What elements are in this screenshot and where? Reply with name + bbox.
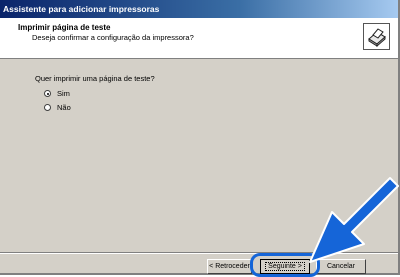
title-bar[interactable]: Assistente para adicionar impressoras [0,0,398,18]
pointer-arrow-icon [309,177,399,263]
radio-button[interactable] [44,104,51,111]
window-title: Assistente para adicionar impressoras [3,4,160,14]
question-label: Quer imprimir uma página de teste? [35,74,155,83]
wizard-header: Imprimir página de teste Deseja confirma… [0,18,398,59]
page-title: Imprimir página de teste [18,23,111,32]
printer-icon [363,23,390,50]
radio-option-nao[interactable]: Não [44,103,71,112]
radio-button-selected[interactable] [44,90,51,97]
back-button[interactable]: < Retroceder [207,259,252,274]
radio-label-nao: Não [57,103,71,112]
page-subtitle: Deseja confirmar a configuração da impre… [32,33,194,42]
back-button-label: < Retroceder [209,263,250,270]
radio-option-sim[interactable]: Sim [44,89,70,98]
radio-label-sim: Sim [57,89,70,98]
